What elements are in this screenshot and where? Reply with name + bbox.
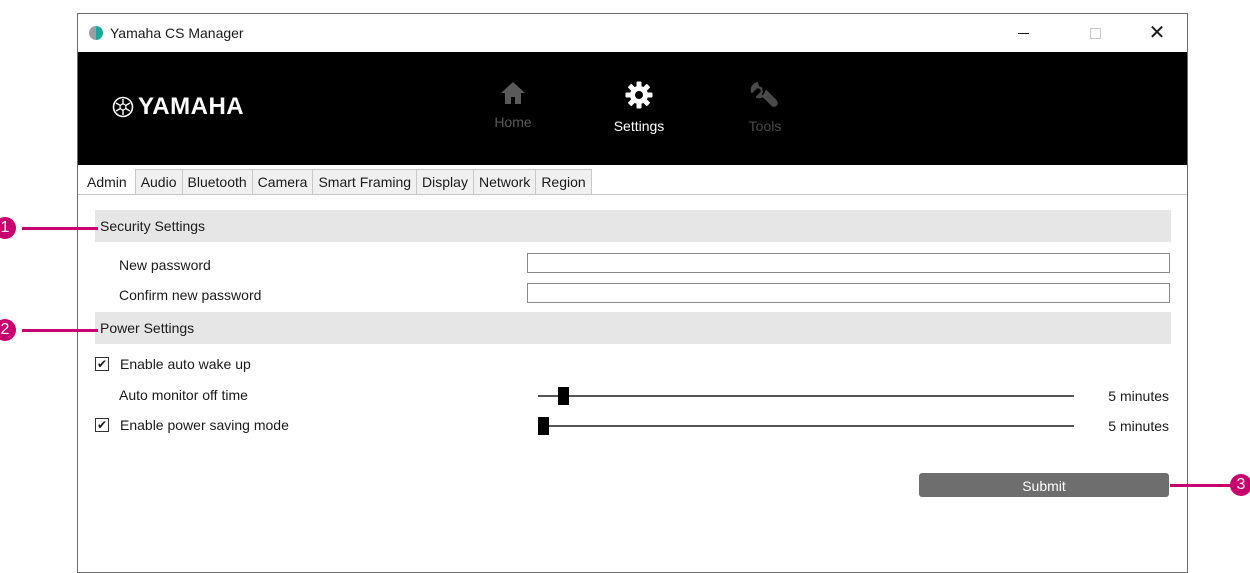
- settings-tabs: Admin Audio Bluetooth Camera Smart Frami…: [78, 169, 1187, 195]
- power-saving-label: Enable power saving mode: [120, 417, 289, 433]
- checkmark-icon: ✔: [96, 418, 108, 432]
- callout-line-2: [22, 329, 98, 332]
- callout-line-1: [22, 227, 98, 230]
- close-button[interactable]: ✕: [1134, 18, 1180, 48]
- security-settings-header: Security Settings: [95, 210, 1171, 242]
- confirm-password-label: Confirm new password: [119, 287, 262, 303]
- power-saving-slider[interactable]: [538, 416, 1074, 436]
- gear-icon: [625, 81, 653, 109]
- app-logo-icon: [89, 26, 103, 40]
- power-saving-checkbox[interactable]: ✔: [95, 418, 109, 432]
- nav-settings-label: Settings: [613, 118, 665, 134]
- callout-line-3: [1170, 484, 1234, 487]
- nav-tools-label: Tools: [748, 118, 782, 134]
- power-saving-value: 5 minutes: [1108, 418, 1169, 434]
- minimize-icon: [1017, 32, 1029, 34]
- app-window: Yamaha CS Manager ✕ YAMAHA Home Settings…: [77, 13, 1188, 573]
- nav-home-label: Home: [494, 114, 532, 130]
- auto-wake-checkbox[interactable]: ✔: [95, 357, 109, 371]
- title-bar: Yamaha CS Manager ✕: [78, 14, 1187, 52]
- wrench-icon: [750, 82, 778, 107]
- auto-monitor-slider[interactable]: [538, 386, 1074, 406]
- submit-button[interactable]: Submit: [919, 473, 1169, 497]
- home-icon: [501, 82, 525, 104]
- nav-settings[interactable]: Settings: [599, 80, 679, 134]
- tab-network[interactable]: Network: [472, 169, 537, 194]
- nav-home[interactable]: Home: [473, 80, 553, 130]
- tab-camera[interactable]: Camera: [251, 169, 314, 194]
- minimize-button[interactable]: [1000, 18, 1046, 48]
- maximize-button[interactable]: [1072, 18, 1118, 48]
- yamaha-logo: YAMAHA: [112, 93, 244, 121]
- window-title: Yamaha CS Manager: [110, 25, 244, 41]
- tab-display[interactable]: Display: [416, 169, 474, 194]
- auto-monitor-label: Auto monitor off time: [119, 387, 248, 403]
- tab-bluetooth[interactable]: Bluetooth: [181, 169, 253, 194]
- tuning-fork-emblem-icon: [112, 96, 134, 118]
- auto-monitor-value: 5 minutes: [1108, 388, 1169, 404]
- close-icon: ✕: [1148, 22, 1166, 44]
- new-password-label: New password: [119, 257, 211, 273]
- tab-smart-framing[interactable]: Smart Framing: [312, 169, 418, 194]
- callout-marker-1: 1: [0, 217, 16, 239]
- slider-track: [538, 395, 1074, 397]
- auto-wake-label: Enable auto wake up: [120, 356, 251, 372]
- callout-marker-2: 2: [0, 319, 16, 341]
- tab-region[interactable]: Region: [535, 169, 592, 194]
- maximize-icon: [1089, 27, 1101, 39]
- confirm-password-input[interactable]: [527, 283, 1170, 303]
- app-header: YAMAHA Home Settings Tools: [78, 52, 1187, 165]
- new-password-input[interactable]: [527, 253, 1170, 273]
- slider-track: [538, 425, 1074, 427]
- callout-marker-3: 3: [1230, 474, 1250, 496]
- nav-tools[interactable]: Tools: [725, 80, 805, 134]
- slider-thumb[interactable]: [558, 387, 569, 405]
- checkmark-icon: ✔: [96, 357, 108, 371]
- tab-audio[interactable]: Audio: [134, 169, 183, 194]
- slider-thumb[interactable]: [538, 417, 549, 435]
- logo-text: YAMAHA: [138, 93, 245, 120]
- power-settings-header: Power Settings: [95, 312, 1171, 344]
- tab-admin[interactable]: Admin: [78, 169, 136, 194]
